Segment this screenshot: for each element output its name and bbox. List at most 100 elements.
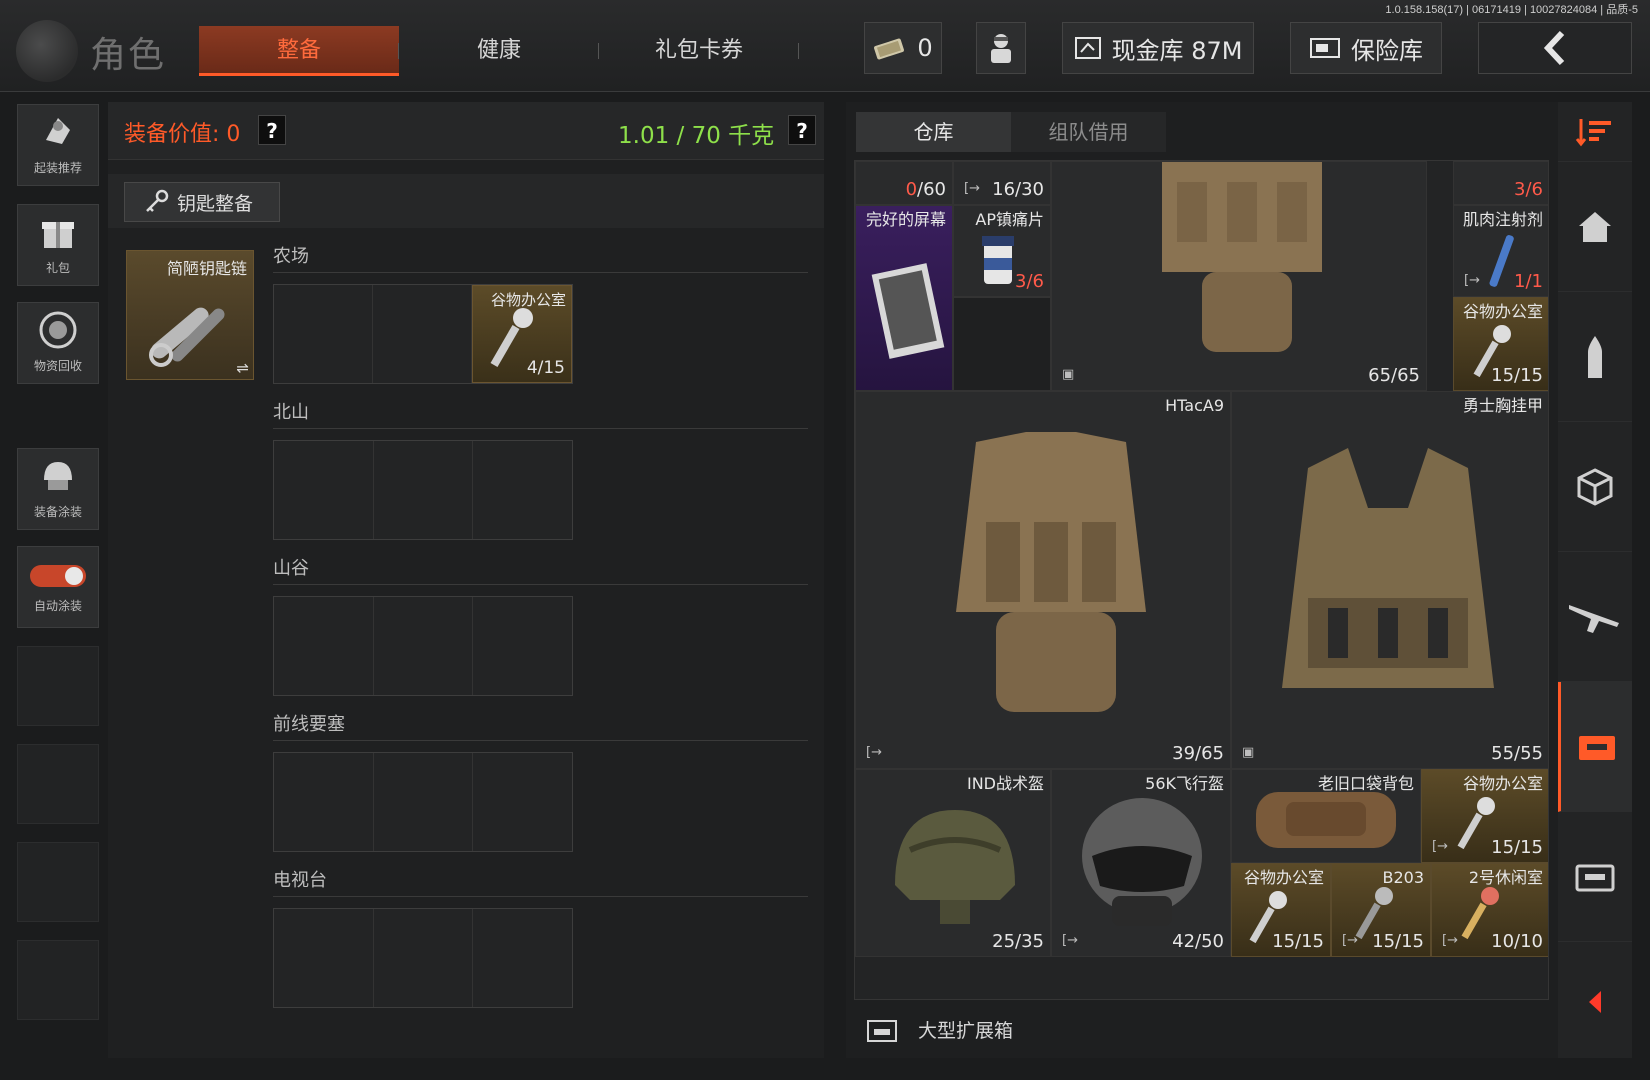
- skin-button[interactable]: 装备涂装: [17, 448, 99, 530]
- expansion-box-row[interactable]: 大型扩展箱: [866, 1016, 1013, 1043]
- key-slot[interactable]: [373, 597, 474, 695]
- loadout-recommend-button[interactable]: 起装推荐: [17, 104, 99, 186]
- map-name-valley: 山谷: [273, 558, 309, 579]
- empty-slot[interactable]: [953, 297, 1051, 391]
- item-slot[interactable]: 0/60: [855, 161, 953, 205]
- key-slot[interactable]: [274, 285, 373, 383]
- equip-mark-icon: [→: [1062, 933, 1078, 948]
- tab-team-borrow[interactable]: 组队借用: [1011, 112, 1166, 152]
- key-icon: [146, 189, 169, 212]
- key-slot[interactable]: [373, 753, 474, 851]
- key-bar: 钥匙整备: [108, 174, 824, 228]
- recycle-icon: [39, 311, 77, 349]
- safe-vault-button[interactable]: 保险库: [1290, 22, 1442, 74]
- backpack-icon: [1256, 792, 1396, 848]
- key-slot[interactable]: [373, 285, 472, 383]
- cash-icon: [874, 38, 905, 60]
- key-slot[interactable]: [473, 753, 573, 851]
- cash-vault-button[interactable]: 现金库 87M: [1062, 22, 1254, 74]
- item-count: 3/6: [1015, 271, 1044, 292]
- weight-help-button[interactable]: ?: [788, 115, 816, 145]
- tab-warehouse[interactable]: 仓库: [856, 112, 1011, 152]
- divider: [273, 428, 808, 429]
- map-name-north-hill: 北山: [273, 402, 309, 423]
- expansion-box-label: 大型扩展箱: [918, 1020, 1014, 1042]
- tab-gift-cards[interactable]: 礼包卡券: [599, 26, 799, 76]
- key-slot[interactable]: [373, 909, 474, 1007]
- item-key-lounge-2[interactable]: 2号休闲室 [→ 10/10: [1431, 863, 1548, 957]
- category-expansion[interactable]: [1558, 812, 1632, 942]
- sort-button[interactable]: [1558, 102, 1632, 162]
- empty-rail-slot: [17, 744, 99, 824]
- category-ammo[interactable]: [1558, 292, 1632, 422]
- equip-mark-icon: [→: [866, 745, 882, 760]
- storage-box-icon: [1578, 735, 1615, 760]
- item-ap-painkiller[interactable]: AP镇痛片 3/6: [953, 205, 1051, 297]
- warehouse-grid[interactable]: 0/60 [→ 16/30 3/6 完好的屏幕 AP镇痛片 3/6 ▣ 65/6…: [854, 160, 1549, 1000]
- item-htaca9-armor[interactable]: HTacA9 [→ 39/65: [855, 391, 1231, 769]
- item-body-armor[interactable]: ▣ 65/65: [1051, 161, 1427, 391]
- category-home[interactable]: [1558, 162, 1632, 292]
- item-count: 65/65: [1368, 365, 1420, 386]
- divider: [273, 740, 808, 741]
- rail-label: 起装推荐: [33, 161, 82, 175]
- item-key-b203[interactable]: B203 [→ 15/15: [1331, 863, 1431, 957]
- tab-health[interactable]: 健康: [399, 26, 599, 76]
- item-warrior-chest-rig[interactable]: 勇士胸挂甲 ▣ 55/55: [1231, 391, 1548, 769]
- screen-icon: [871, 263, 945, 359]
- category-weapon[interactable]: [1558, 552, 1632, 682]
- box-icon: ▣: [1242, 745, 1255, 760]
- item-key-grain-office[interactable]: 谷物办公室 15/15: [1231, 863, 1331, 957]
- category-storage-active[interactable]: [1558, 682, 1632, 812]
- category-box[interactable]: [1558, 422, 1632, 552]
- key-slot[interactable]: [473, 441, 573, 539]
- key-slot[interactable]: [274, 597, 374, 695]
- operator-button[interactable]: [976, 22, 1026, 74]
- item-muscle-injector[interactable]: 肌肉注射剂 [→ 1/1: [1453, 205, 1548, 297]
- category-rail: [1558, 102, 1632, 1058]
- item-ind-tactical-helmet[interactable]: IND战术盔 25/35: [855, 769, 1051, 957]
- item-key-grain-office[interactable]: 谷物办公室 15/15: [1453, 297, 1548, 391]
- currency-display[interactable]: 0: [864, 22, 942, 74]
- equip-mark-icon: [→: [1464, 273, 1480, 288]
- item-intact-screen[interactable]: 完好的屏幕: [855, 205, 953, 391]
- item-old-pocket-backpack[interactable]: 老旧口袋背包: [1231, 769, 1421, 863]
- auto-skin-toggle[interactable]: 自动涂装: [17, 546, 99, 628]
- vault-icon: [1074, 37, 1101, 59]
- collapse-button[interactable]: [1558, 952, 1632, 1052]
- safe-vault-label: 保险库: [1351, 36, 1423, 65]
- key-slot[interactable]: [473, 597, 573, 695]
- key-slots-farm: 谷物办公室 4/15: [273, 284, 573, 384]
- key-slot[interactable]: [373, 441, 474, 539]
- box-icon: ▣: [1062, 367, 1075, 382]
- key-slot[interactable]: [274, 441, 374, 539]
- toggle-icon[interactable]: [30, 565, 86, 587]
- item-slot[interactable]: 3/6: [1453, 161, 1548, 205]
- swap-icon[interactable]: ⇌: [236, 359, 249, 377]
- key-slot[interactable]: [274, 909, 374, 1007]
- value-help-button[interactable]: ?: [258, 115, 286, 145]
- recycle-button[interactable]: 物资回收: [17, 302, 99, 384]
- back-button[interactable]: [1478, 22, 1632, 74]
- item-name: HTacA9: [1165, 396, 1224, 415]
- equip-mark-icon: [→: [1442, 933, 1458, 948]
- keychain-slot[interactable]: 简陋钥匙链 ⇌: [126, 250, 254, 380]
- map-name-frontline-fortress: 前线要塞: [273, 714, 345, 735]
- key-slot[interactable]: [274, 753, 374, 851]
- page-title: 角色: [90, 35, 167, 76]
- item-key-grain-office[interactable]: 谷物办公室 [→ 15/15: [1421, 769, 1548, 863]
- tab-equipment[interactable]: 整备: [199, 26, 399, 76]
- key-slot-grain-office[interactable]: 谷物办公室 4/15: [472, 285, 572, 383]
- sort-icon: [1575, 118, 1611, 146]
- item-56k-flight-helmet[interactable]: 56K飞行盔 [→ 42/50: [1051, 769, 1231, 957]
- pill-bottle-icon: [982, 236, 1014, 284]
- warehouse-tabs: 仓库 组队借用: [856, 112, 1166, 152]
- gift-pack-button[interactable]: 礼包: [17, 204, 99, 286]
- rail-label: 礼包: [45, 261, 70, 275]
- key-loadout-button[interactable]: 钥匙整备: [124, 182, 280, 222]
- item-slot[interactable]: [→ 16/30: [953, 161, 1051, 205]
- tab-divider: [798, 43, 799, 59]
- map-name-farm: 农场: [273, 246, 309, 267]
- key-slot[interactable]: [473, 909, 573, 1007]
- item-count: 3/6: [1514, 179, 1543, 200]
